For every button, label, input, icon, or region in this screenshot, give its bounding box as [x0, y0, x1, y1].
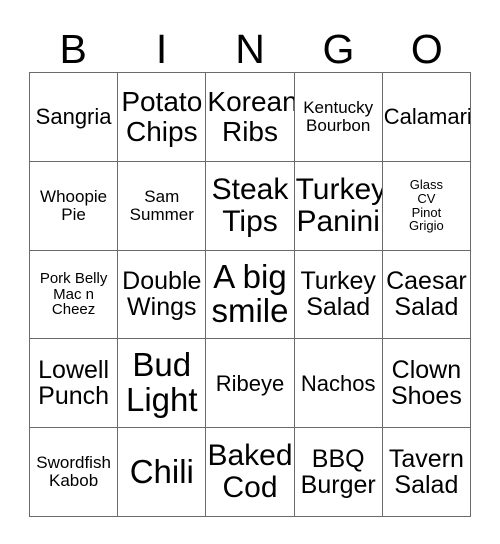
- bingo-cell-label: Potato Chips: [121, 86, 203, 147]
- bingo-cell-r3c5[interactable]: Caesar Salad: [382, 250, 471, 340]
- bingo-header-row: BINGO: [29, 12, 471, 72]
- bingo-cell-label: Caesar Salad: [386, 266, 467, 322]
- bingo-cell-r5c5[interactable]: Tavern Salad: [382, 428, 471, 517]
- bingo-cell-r5c1[interactable]: Swordfish Kabob: [30, 428, 119, 517]
- bingo-header-letter-o: O: [410, 26, 443, 72]
- bingo-grid: Sangria Potato Chips Korean Ribs Kentucky B…: [29, 72, 471, 517]
- bingo-cell-r3c4[interactable]: Turkey Salad: [294, 250, 383, 340]
- bingo-cell-label: Turkey Panini: [295, 172, 383, 238]
- bingo-card: B I N G O Sangria Potato Chips Korean Ribs Kent…: [0, 0, 500, 544]
- bingo-cell-label: Glass CV Pinot Grigio: [409, 177, 444, 234]
- bingo-cell-label: Baked Cod: [207, 439, 293, 505]
- bingo-cell-label: Sam Summer: [129, 186, 194, 224]
- bingo-cell-label: A big smile: [211, 257, 289, 330]
- bingo-cell-r4c1[interactable]: Lowell Punch: [30, 339, 119, 429]
- bingo-cell-label: Chili: [129, 452, 194, 490]
- bingo-cell-label: Clown Shoes: [390, 355, 462, 411]
- bingo-cell-r4c2[interactable]: Bud Light: [118, 339, 207, 429]
- bingo-header-letter-b: B: [59, 26, 87, 72]
- bingo-cell-label: Double Wings: [122, 266, 202, 322]
- bingo-cell-label: Kentucky Bourbon: [303, 97, 374, 135]
- bingo-cell-r4c4[interactable]: Nachos: [294, 339, 383, 429]
- bingo-cell-label: BBQ Burger: [300, 444, 376, 500]
- bingo-header-letter-g: G: [322, 26, 355, 72]
- bingo-cell-r2c1[interactable]: Whoopie Pie: [30, 161, 119, 251]
- bingo-cell-r5c4[interactable]: BBQ Burger: [294, 428, 383, 517]
- bingo-cell-r2c5[interactable]: Glass CV Pinot Grigio: [382, 161, 471, 251]
- bingo-cell-r2c2[interactable]: Sam Summer: [118, 161, 207, 251]
- bingo-cell-r4c3[interactable]: Ribeye: [206, 339, 295, 429]
- bingo-cell-r1c2[interactable]: Potato Chips: [118, 73, 207, 162]
- bingo-cell-label: Swordfish Kabob: [36, 453, 111, 491]
- bingo-cell-label: Pork Belly Mac n Cheez: [39, 269, 108, 319]
- bingo-cell-label: Sangria: [35, 104, 112, 130]
- bingo-cell-r1c5[interactable]: Calamari: [382, 73, 471, 162]
- bingo-cell-r5c2[interactable]: Chili: [118, 428, 207, 517]
- bingo-cell-r5c3[interactable]: Baked Cod: [206, 428, 295, 517]
- bingo-cell-label: Korean Ribs: [207, 86, 295, 147]
- bingo-cell-label: Calamari: [383, 104, 471, 130]
- bingo-header-letter-n: N: [235, 26, 265, 72]
- bingo-cell-r2c4[interactable]: Turkey Panini: [294, 161, 383, 251]
- bingo-cell-label: Whoopie Pie: [40, 186, 108, 224]
- bingo-cell-r1c3[interactable]: Korean Ribs: [206, 73, 295, 162]
- bingo-cell-r3c3[interactable]: A big smile: [206, 250, 295, 340]
- bingo-cell-r1c1[interactable]: Sangria: [30, 73, 119, 162]
- bingo-cell-r3c1[interactable]: Pork Belly Mac n Cheez: [30, 250, 119, 340]
- bingo-cell-label: Tavern Salad: [388, 444, 464, 500]
- bingo-cell-r3c2[interactable]: Double Wings: [118, 250, 207, 340]
- bingo-cell-r2c3[interactable]: Steak Tips: [206, 161, 295, 251]
- bingo-cell-label: Ribeye: [215, 370, 285, 396]
- bingo-cell-r1c4[interactable]: Kentucky Bourbon: [294, 73, 383, 162]
- bingo-cell-label: Turkey Salad: [300, 266, 376, 322]
- bingo-cell-label: Lowell Punch: [38, 355, 110, 411]
- bingo-cell-label: Nachos: [300, 370, 376, 396]
- bingo-cell-label: Steak Tips: [211, 172, 289, 238]
- bingo-cell-r4c5[interactable]: Clown Shoes: [382, 339, 471, 429]
- bingo-cell-label: Bud Light: [126, 346, 198, 419]
- bingo-header-letter-i: I: [155, 26, 168, 72]
